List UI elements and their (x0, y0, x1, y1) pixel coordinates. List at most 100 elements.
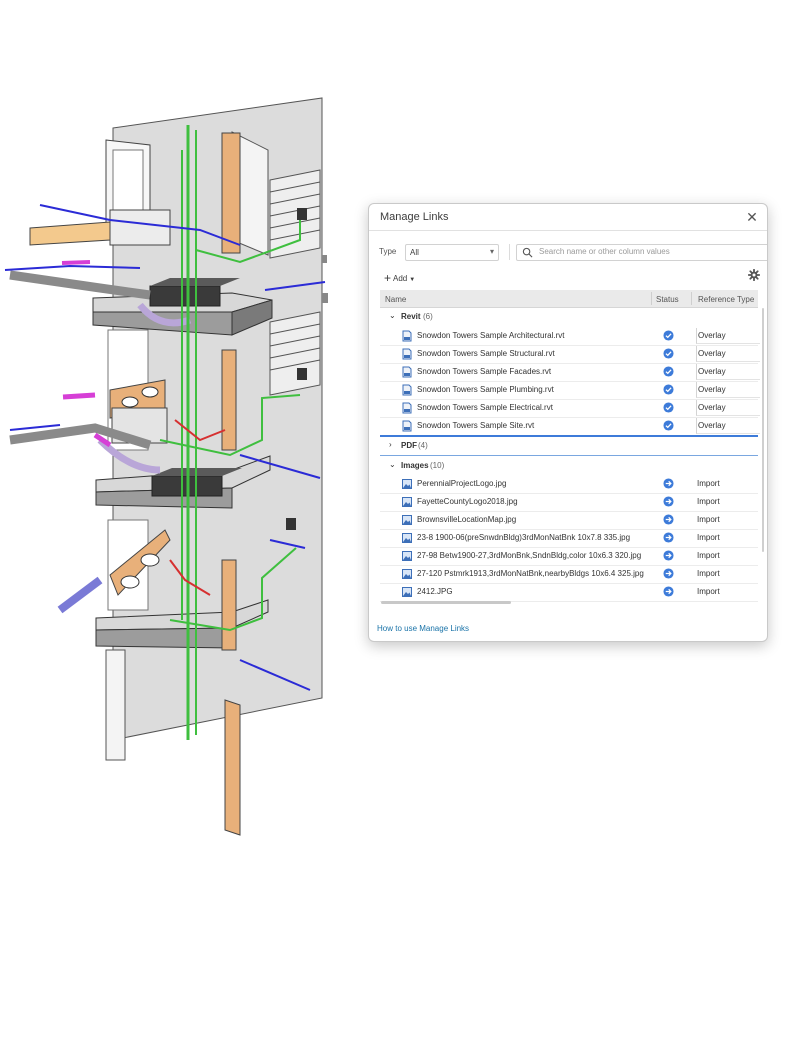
reference-type-value: Overlay (698, 421, 726, 430)
search-box[interactable] (516, 244, 767, 261)
table-row[interactable]: Snowdon Towers Sample Structural.rvt Ove… (380, 345, 760, 364)
file-name: Snowdon Towers Sample Structural.rvt (417, 349, 555, 358)
add-button-label: Add (393, 274, 408, 283)
reference-type-cell[interactable]: Import (696, 476, 759, 491)
table-row[interactable]: Snowdon Towers Sample Architectural.rvt … (380, 327, 760, 346)
group-count: (4) (418, 441, 428, 450)
horizontal-scrollbar[interactable] (381, 601, 511, 604)
reference-type-value: Import (697, 533, 720, 542)
reference-type-cell[interactable]: Overlay (696, 382, 760, 398)
reference-type-value: Import (697, 515, 720, 524)
table-row[interactable]: Snowdon Towers Sample Plumbing.rvt Overl… (380, 381, 760, 400)
add-button[interactable]: + Add ▼ (384, 270, 416, 285)
column-header-name[interactable]: Name (385, 295, 406, 304)
reference-type-value: Overlay (698, 385, 726, 394)
column-header-status[interactable]: Status (656, 295, 679, 304)
reference-type-value: Overlay (698, 403, 726, 412)
links-table: Name Status Reference Type ⌄ Revit (6) S… (380, 290, 760, 602)
revit-file-icon (402, 348, 412, 360)
table-row[interactable]: 2412.JPG Import (380, 583, 758, 602)
reference-type-cell[interactable]: Overlay (696, 346, 760, 362)
check-circle-icon (663, 330, 674, 341)
file-name: PerennialProjectLogo.jpg (417, 479, 507, 488)
group-row-images[interactable]: ⌄ Images (10) (380, 457, 758, 475)
revit-file-icon (402, 330, 412, 342)
manage-links-dialog: Manage Links ✕ Type All ▾ +Add▼ Name Sta… (368, 203, 768, 642)
vertical-scrollbar[interactable] (762, 308, 764, 552)
file-name: BrownsvilleLocationMap.jpg (417, 515, 517, 524)
type-filter-value: All (410, 248, 419, 257)
table-row[interactable]: 27-98 Betw1900-27,3rdMonBnk,SndnBldg,col… (380, 547, 758, 566)
table-row[interactable]: 27-120 Pstmrk1913,3rdMonNatBnk,nearbyBld… (380, 565, 758, 584)
reference-type-cell[interactable]: Import (696, 512, 759, 527)
check-circle-icon (663, 420, 674, 431)
type-filter-dropdown[interactable]: All ▾ (405, 244, 499, 261)
reference-type-value: Overlay (698, 349, 726, 358)
table-row[interactable]: Snowdon Towers Sample Site.rvt Overlay (380, 417, 760, 437)
table-row[interactable]: PerennialProjectLogo.jpg Import (380, 475, 758, 494)
reference-type-cell[interactable]: Overlay (696, 364, 760, 380)
reference-type-value: Import (697, 587, 720, 596)
plus-icon: + (384, 271, 392, 285)
reference-type-cell[interactable]: Overlay (696, 328, 760, 344)
close-icon[interactable]: ✕ (745, 209, 759, 226)
title-divider (369, 230, 767, 231)
reference-type-cell[interactable]: Import (696, 548, 759, 563)
search-icon (522, 247, 533, 258)
image-file-icon (402, 587, 412, 597)
reference-type-value: Import (697, 479, 720, 488)
reference-type-cell[interactable]: Import (696, 494, 759, 509)
group-name: Images (401, 461, 429, 470)
chevron-down-icon[interactable]: ⌄ (389, 460, 396, 469)
image-file-icon (402, 551, 412, 561)
table-row[interactable]: Snowdon Towers Sample Electrical.rvt Ove… (380, 399, 760, 418)
file-name: 27-120 Pstmrk1913,3rdMonNatBnk,nearbyBld… (417, 569, 644, 578)
reference-type-cell[interactable]: Overlay (696, 400, 760, 416)
column-divider[interactable] (651, 292, 652, 305)
group-count: (10) (430, 461, 445, 470)
check-circle-icon (663, 384, 674, 395)
group-name: PDF (401, 441, 417, 450)
reference-type-cell[interactable]: Overlay (696, 418, 760, 434)
reference-type-cell[interactable]: Import (696, 530, 759, 545)
chevron-right-icon[interactable]: › (389, 440, 392, 449)
arrow-circle-icon (663, 514, 674, 525)
arrow-circle-icon (663, 496, 674, 507)
caret-down-icon: ▼ (409, 277, 416, 283)
file-name: 23-8 1900-06(preSnwdnBldg)3rdMonNatBnk 1… (417, 533, 631, 542)
column-header-reference-type[interactable]: Reference Type (698, 295, 754, 304)
table-row[interactable]: BrownsvilleLocationMap.jpg Import (380, 511, 758, 530)
file-name: Snowdon Towers Sample Site.rvt (417, 421, 535, 430)
reference-type-value: Import (697, 551, 720, 560)
file-name: 2412.JPG (417, 587, 453, 596)
reference-type-value: Import (697, 497, 720, 506)
image-file-icon (402, 479, 412, 489)
file-name: FayetteCountyLogo2018.jpg (417, 497, 518, 506)
table-row[interactable]: Snowdon Towers Sample Facades.rvt Overla… (380, 363, 760, 382)
image-file-icon (402, 569, 412, 579)
image-file-icon (402, 533, 412, 543)
group-row-revit[interactable]: ⌄ Revit (6) (380, 308, 758, 326)
help-link[interactable]: How to use Manage Links (377, 624, 469, 633)
chevron-down-icon: ▾ (489, 247, 494, 256)
file-name: Snowdon Towers Sample Electrical.rvt (417, 403, 553, 412)
reference-type-cell[interactable]: Import (696, 584, 759, 599)
search-input[interactable] (539, 246, 759, 257)
toolbar-divider (509, 244, 510, 260)
check-circle-icon (663, 348, 674, 359)
file-name: 27-98 Betw1900-27,3rdMonBnk,SndnBldg,col… (417, 551, 642, 560)
reference-type-cell[interactable]: Import (696, 566, 759, 581)
table-row[interactable]: FayetteCountyLogo2018.jpg Import (380, 493, 758, 512)
table-header: Name Status Reference Type (380, 290, 758, 308)
chevron-down-icon[interactable]: ⌄ (389, 311, 396, 320)
revit-file-icon (402, 366, 412, 378)
group-name: Revit (401, 312, 421, 321)
group-row-pdf[interactable]: › PDF (4) (380, 437, 758, 455)
gear-icon[interactable] (748, 269, 760, 281)
table-row[interactable]: 23-8 1900-06(preSnwdnBldg)3rdMonNatBnk 1… (380, 529, 758, 548)
column-divider[interactable] (691, 292, 692, 305)
revit-file-icon (402, 420, 412, 432)
revit-file-icon (402, 402, 412, 414)
image-file-icon (402, 497, 412, 507)
group-count: (6) (423, 312, 433, 321)
